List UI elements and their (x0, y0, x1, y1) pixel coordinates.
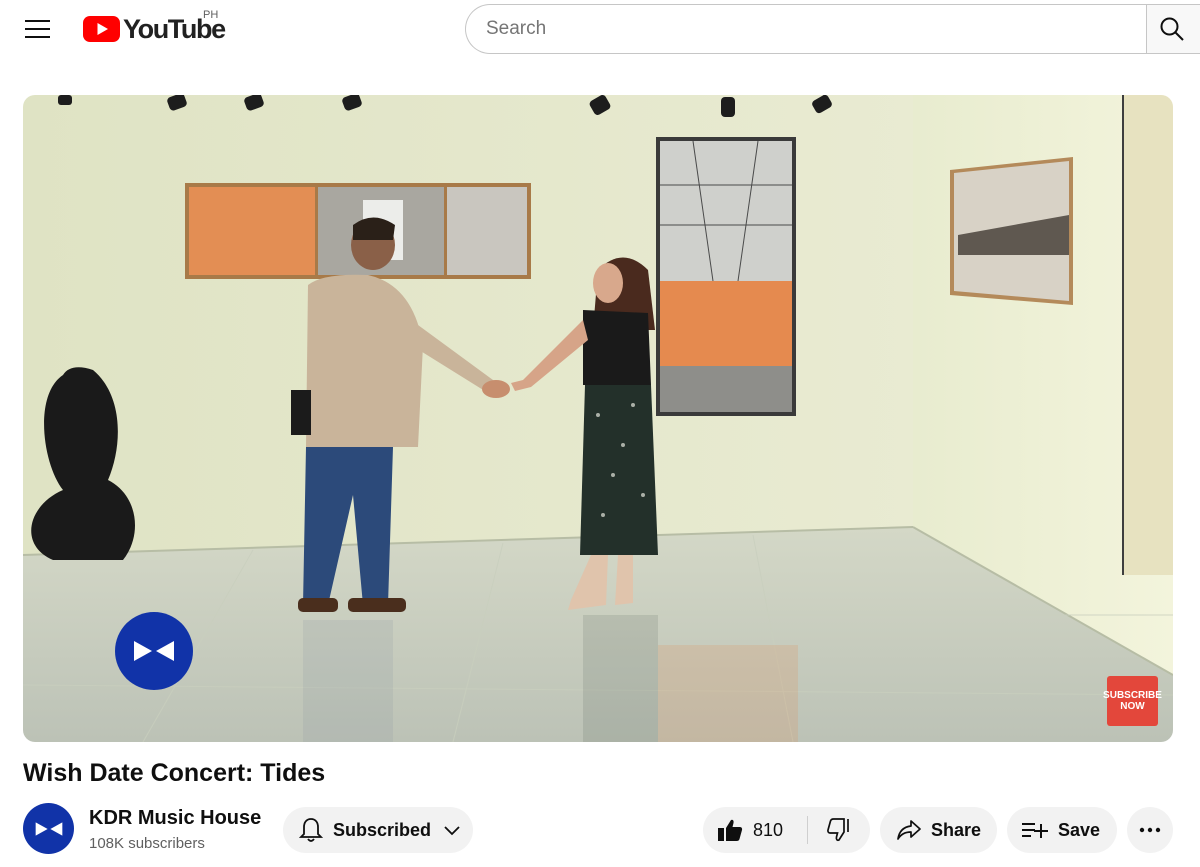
channel-logo-icon (35, 821, 62, 836)
like-button[interactable]: 810 (703, 807, 807, 853)
subscribe-now-badge[interactable]: SUBSCRIBE NOW (1103, 676, 1162, 726)
subscribe-badge-line1: SUBSCRIBE (1103, 690, 1162, 701)
search-box[interactable] (465, 4, 1147, 54)
channel-name[interactable]: KDR Music House (89, 807, 261, 830)
video-title: Wish Date Concert: Tides (23, 759, 326, 787)
more-actions-button[interactable] (1127, 807, 1173, 853)
like-count: 810 (753, 819, 784, 840)
like-dislike-group: 810 (703, 807, 870, 853)
playlist-add-icon (1022, 823, 1048, 838)
subscribed-button[interactable]: Subscribed (283, 807, 473, 853)
share-button[interactable]: Share (880, 807, 997, 853)
subscribe-badge-line2: NOW (1120, 701, 1145, 712)
channel-logo-icon (134, 641, 174, 661)
guide-menu-button[interactable] (14, 8, 62, 50)
share-arrow-icon (897, 820, 921, 840)
subscribed-label: Subscribed (333, 819, 432, 840)
more-horizontal-icon (1139, 827, 1161, 833)
search-button[interactable] (1146, 4, 1200, 54)
channel-avatar[interactable] (23, 803, 74, 854)
thumbs-up-icon (718, 819, 743, 841)
chevron-down-icon (444, 826, 460, 836)
save-button[interactable]: Save (1007, 807, 1117, 853)
bell-icon (299, 818, 323, 842)
channel-watermark[interactable] (115, 612, 193, 690)
video-frame (23, 95, 1173, 742)
youtube-play-logo-icon (83, 16, 120, 42)
thumbs-down-icon (827, 818, 849, 842)
share-label: Share (931, 819, 982, 840)
dislike-button[interactable] (808, 807, 870, 853)
video-player[interactable]: SUBSCRIBE NOW (23, 95, 1173, 742)
save-label: Save (1058, 819, 1101, 840)
search-input[interactable] (486, 18, 1147, 40)
country-code: PH (203, 9, 219, 21)
hamburger-menu-icon (25, 20, 50, 38)
subscriber-count: 108K subscribers (89, 835, 205, 852)
search-icon (1160, 17, 1184, 41)
